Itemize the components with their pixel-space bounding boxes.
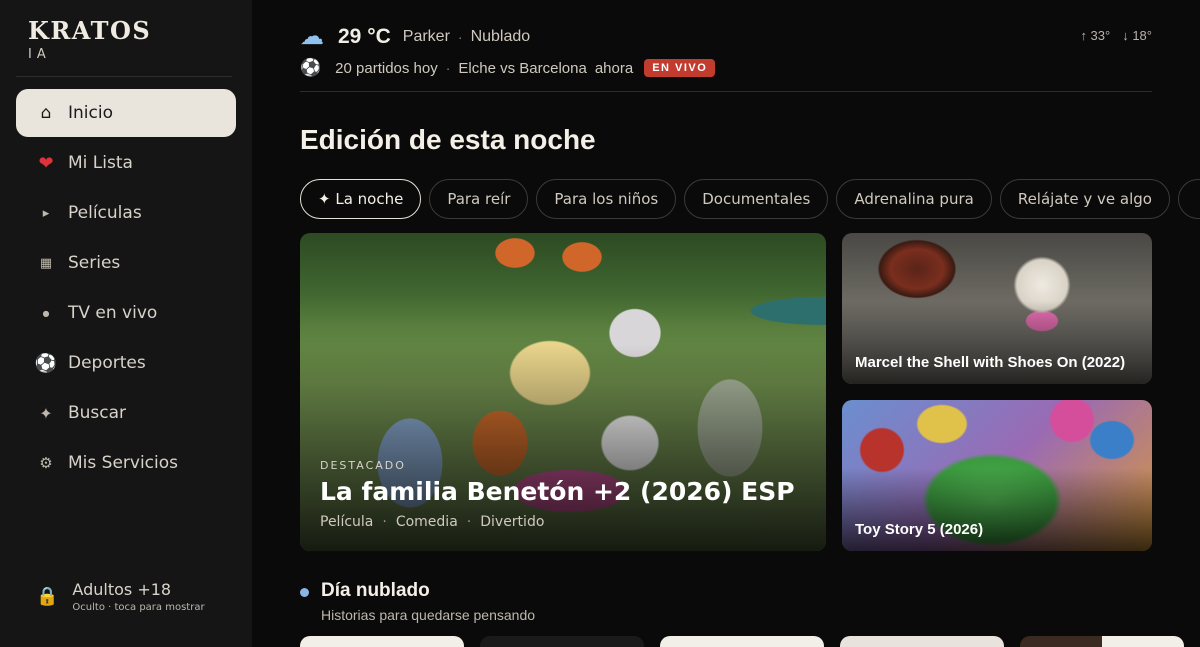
title-card[interactable]: Toy Story 5 (2026) xyxy=(842,400,1152,551)
row-card[interactable] xyxy=(480,636,644,647)
sparkle-icon: ✦ xyxy=(39,403,53,423)
temperature-range: ↑ 33° ↓ 18° xyxy=(1080,28,1152,43)
live-badge: EN VIVO xyxy=(644,59,716,77)
dot-icon: ● xyxy=(42,308,50,318)
brand-subtitle: IA xyxy=(28,47,51,62)
separator: · xyxy=(445,60,451,76)
category-chips: ✦ La noche Para reír Para los niños Documen… xyxy=(300,179,1200,221)
featured-mood: Divertido xyxy=(480,514,545,530)
section-dot xyxy=(300,588,309,597)
sidebar-item-series[interactable]: ▦ Series xyxy=(16,239,236,287)
row-card[interactable] xyxy=(1020,636,1184,647)
sidebar-divider xyxy=(16,76,232,77)
temp-low: ↓ 18° xyxy=(1122,28,1152,43)
heart-icon: ❤ xyxy=(38,152,54,174)
gear-icon: ⚙ xyxy=(39,454,53,472)
sidebar-item-label: Deportes xyxy=(68,353,146,373)
brand-logo[interactable]: KRATOS IA xyxy=(28,16,151,62)
title-card[interactable]: Marcel the Shell with Shoes On (2022) xyxy=(842,233,1152,384)
match-time: ahora xyxy=(594,59,634,77)
sidebar-item-mis-servicios[interactable]: ⚙ Mis Servicios xyxy=(16,439,236,487)
row-card[interactable] xyxy=(660,636,824,647)
sidebar-nav: ⌂ Inicio ❤ Mi Lista ▸ Películas ▦ Series… xyxy=(16,89,236,489)
sidebar: KRATOS IA ⌂ Inicio ❤ Mi Lista ▸ Película… xyxy=(0,0,252,647)
sidebar-item-inicio[interactable]: ⌂ Inicio xyxy=(16,89,236,137)
soccer-ball-icon: ⚽ xyxy=(34,352,58,374)
featured-genre: Comedia xyxy=(395,514,458,530)
brand-name: KRATOS xyxy=(28,16,152,45)
sidebar-item-label: Series xyxy=(68,253,121,273)
sidebar-item-label: Mi Lista xyxy=(68,153,133,173)
sidebar-item-label: Buscar xyxy=(68,403,127,423)
adult-subtitle: Oculto · toca para mostrar xyxy=(72,602,205,613)
city-name: Parker xyxy=(402,27,450,45)
weather-condition: Nublado xyxy=(470,27,531,45)
card-row xyxy=(300,636,1200,647)
lock-icon: 🔒 xyxy=(36,586,59,606)
separator: · xyxy=(382,514,387,530)
chip-relajate[interactable]: Relájate y ve algo xyxy=(999,179,1170,219)
sidebar-item-label: TV en vivo xyxy=(68,303,158,323)
main-content: ☁ 29 °C Parker · Nublado ↑ 33° ↓ 18° ⚽ 20… xyxy=(300,0,1200,647)
chip-para-reir[interactable]: Para reír xyxy=(429,179,529,219)
featured-meta: Película · Comedia · Divertido xyxy=(320,514,544,530)
home-icon: ⌂ xyxy=(40,103,52,123)
card-title: Marcel the Shell with Shoes On (2022) xyxy=(855,354,1126,371)
sidebar-item-deportes[interactable]: ⚽ Deportes xyxy=(16,339,236,387)
temp-high: ↑ 33° xyxy=(1080,28,1111,43)
page-title: Edición de esta noche xyxy=(300,124,596,155)
sidebar-item-tv-en-vivo[interactable]: ● TV en vivo xyxy=(16,289,236,337)
featured-eyebrow: DESTACADO xyxy=(320,459,406,472)
separator: · xyxy=(466,514,472,530)
play-icon: ▸ xyxy=(42,205,50,221)
featured-card[interactable]: DESTACADO La familia Benetón +2 (2026) E… xyxy=(300,233,826,551)
row-card[interactable] xyxy=(840,636,1004,647)
weather-bar: ☁ 29 °C Parker · Nublado xyxy=(300,22,530,51)
adult-content-toggle[interactable]: 🔒 Adultos +18 Oculto · toca para mostrar xyxy=(36,580,205,613)
separator: · xyxy=(457,28,463,45)
live-match: Elche vs Barcelona xyxy=(458,59,587,77)
section-title: Día nublado xyxy=(321,580,430,601)
row-card[interactable] xyxy=(300,636,464,647)
cloud-icon: ☁ xyxy=(300,23,324,50)
grid-icon: ▦ xyxy=(39,255,53,271)
header-divider xyxy=(300,91,1152,92)
adult-title: Adultos +18 xyxy=(72,580,172,599)
featured-title: La familia Benetón +2 (2026) ESP xyxy=(320,477,795,506)
chip-more[interactable] xyxy=(1177,179,1200,219)
sports-ticker[interactable]: ⚽ 20 partidos hoy · Elche vs Barcelona a… xyxy=(300,58,716,78)
sidebar-item-label: Inicio xyxy=(68,103,113,123)
sidebar-item-label: Mis Servicios xyxy=(68,453,179,473)
card-title: Toy Story 5 (2026) xyxy=(855,521,984,538)
sidebar-item-mi-lista[interactable]: ❤ Mi Lista xyxy=(16,139,236,187)
sidebar-item-buscar[interactable]: ✦ Buscar xyxy=(16,389,236,437)
chip-adrenalina-pura[interactable]: Adrenalina pura xyxy=(836,179,992,219)
match-count: 20 partidos hoy xyxy=(335,59,438,77)
sidebar-item-label: Películas xyxy=(68,203,142,223)
section-subtitle: Historias para quedarse pensando xyxy=(321,607,536,623)
featured-type: Película xyxy=(320,514,374,530)
chip-la-noche[interactable]: ✦ La noche xyxy=(300,179,422,219)
soccer-ball-icon: ⚽ xyxy=(300,58,322,77)
chip-documentales[interactable]: Documentales xyxy=(684,179,829,219)
temperature: 29 °C xyxy=(338,24,391,48)
chip-para-los-ninos[interactable]: Para los niños xyxy=(536,179,677,219)
sidebar-item-peliculas[interactable]: ▸ Películas xyxy=(16,189,236,237)
